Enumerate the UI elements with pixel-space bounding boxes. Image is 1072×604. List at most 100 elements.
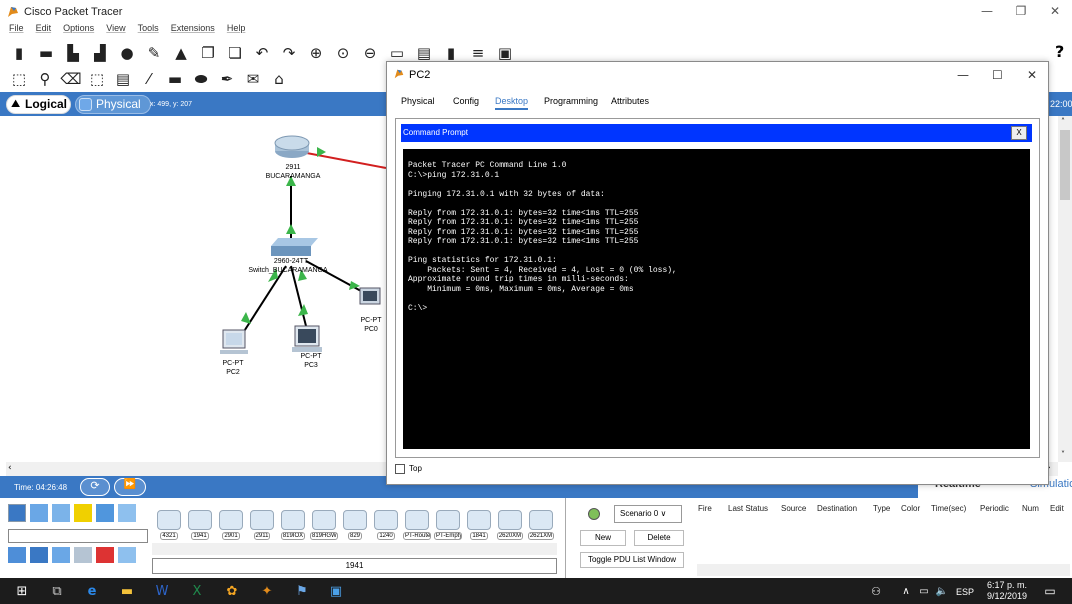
wireless-icon[interactable] [74, 547, 92, 563]
scroll-down-icon[interactable]: ˅ [1061, 450, 1065, 459]
misc-icon[interactable] [96, 504, 114, 522]
device-model-item[interactable]: 2621XM [527, 500, 555, 540]
device-model-item[interactable]: PT-Router [403, 500, 431, 540]
pc2-close-button[interactable]: ✕ [1027, 68, 1037, 82]
clock[interactable]: 6:17 p. m. 9/12/2019 [982, 580, 1032, 602]
ellipse-icon[interactable]: ⬬ [192, 70, 210, 88]
menu-edit[interactable]: Edit [36, 23, 52, 33]
device-model-item[interactable]: 1941 [186, 500, 214, 540]
copy-icon[interactable]: ❐ [199, 44, 217, 62]
file-explorer-icon[interactable]: ▬ [117, 581, 137, 601]
hubs-icon[interactable] [52, 547, 70, 563]
menu-options[interactable]: Options [63, 23, 94, 33]
freeform-icon[interactable]: ✒ [218, 70, 236, 88]
device-model-item[interactable]: 2901 [217, 500, 245, 540]
routers-icon[interactable] [8, 547, 26, 563]
task-view-icon[interactable]: ⧉ [47, 581, 67, 601]
power-cycle-button[interactable]: ⟳ [80, 478, 110, 496]
fast-forward-button[interactable]: ⏩ [114, 478, 146, 496]
close-button[interactable]: ✕ [1040, 4, 1070, 22]
windows-start-icon[interactable]: ⊞ [12, 581, 32, 601]
command-prompt-close-button[interactable]: X [1011, 126, 1027, 140]
tab-programming[interactable]: Programming [544, 96, 598, 106]
connections-icon[interactable] [74, 504, 92, 522]
help-icon[interactable]: ? [1055, 42, 1064, 61]
pc-icon[interactable] [220, 329, 248, 354]
device-model-item[interactable]: 819HGW [310, 500, 338, 540]
toggle-pdu-list-button[interactable]: Toggle PDU List Window [580, 552, 684, 568]
info-icon[interactable]: ● [118, 44, 136, 62]
zoom-reset-icon[interactable]: ⊙ [334, 44, 352, 62]
device-model-item[interactable]: 2911 [248, 500, 276, 540]
tab-config[interactable]: Config [453, 96, 479, 106]
maximize-button[interactable]: ❐ [1006, 4, 1036, 22]
open-folder-icon[interactable]: ▬ [37, 44, 55, 62]
tab-physical[interactable]: Physical [401, 96, 435, 106]
tray-chevron-icon[interactable]: ∧ [896, 581, 916, 601]
components-icon[interactable] [52, 504, 70, 522]
delete-scenario-button[interactable]: Delete [634, 530, 684, 546]
search-icon[interactable]: ⚲ [36, 70, 54, 88]
device-model-item[interactable]: 819IOX [279, 500, 307, 540]
cluster-icon[interactable]: ▮ [442, 44, 460, 62]
command-prompt-output[interactable]: Packet Tracer PC Command Line 1.0 C:\>pi… [403, 149, 1030, 449]
paint-icon[interactable]: ✿ [222, 581, 242, 601]
network-share-icon[interactable]: ⚑ [292, 581, 312, 601]
notifications-icon[interactable]: ▭ [1040, 581, 1060, 601]
top-checkbox[interactable] [395, 464, 405, 474]
security-icon[interactable] [96, 547, 114, 563]
pc2-titlebar[interactable] [387, 62, 1048, 88]
new-file-icon[interactable]: ▮ [10, 44, 28, 62]
language-indicator[interactable]: ESP [956, 587, 974, 597]
network-devices-icon[interactable] [8, 504, 26, 522]
save-icon[interactable]: ▙ [64, 44, 82, 62]
model-scrollbar[interactable] [152, 543, 557, 555]
scenario-select[interactable]: Scenario 0 ∨ [614, 505, 682, 523]
print-icon[interactable]: ▟ [91, 44, 109, 62]
pc-icon[interactable] [359, 287, 381, 305]
network-info-icon[interactable]: ▲ [172, 44, 190, 62]
custom-device-icon[interactable]: ▤ [415, 44, 433, 62]
redo-icon[interactable]: ↷ [280, 44, 298, 62]
device-model-item[interactable]: 1841 [465, 500, 493, 540]
volume-icon[interactable]: 🔈 [932, 581, 952, 601]
select-icon[interactable]: ⬚ [10, 70, 28, 88]
scroll-up-icon[interactable]: ˄ [1061, 117, 1065, 126]
menu-view[interactable]: View [106, 23, 125, 33]
pc-icon[interactable] [292, 325, 322, 352]
edge-icon[interactable]: e [82, 581, 102, 601]
word-icon[interactable]: W [152, 581, 172, 601]
simple-pdu-icon[interactable]: ✉ [244, 70, 262, 88]
vertical-scroll-thumb[interactable] [1060, 130, 1070, 200]
delete-icon[interactable]: ⌫ [60, 70, 81, 88]
device-model-item[interactable]: 829 [341, 500, 369, 540]
line-icon[interactable]: ⁄ [140, 70, 158, 88]
router-icon[interactable] [274, 135, 310, 158]
menu-file[interactable]: File [9, 23, 24, 33]
device-model-item[interactable]: PT-Empty [434, 500, 462, 540]
switch-icon[interactable] [271, 238, 318, 256]
pc2-minimize-button[interactable]: — [957, 68, 969, 82]
rectangle-icon[interactable]: ▬ [166, 70, 184, 88]
device-model-item[interactable]: 2620XM [496, 500, 524, 540]
device-model-item[interactable]: 1240 [372, 500, 400, 540]
tab-desktop[interactable]: Desktop [495, 96, 529, 110]
tab-attributes[interactable]: Attributes [611, 96, 649, 106]
people-icon[interactable]: ⚇ [866, 581, 886, 601]
event-list-scrollbar[interactable] [697, 564, 1070, 576]
wan-emu-icon[interactable] [118, 547, 136, 563]
zoom-out-icon[interactable]: ⊖ [361, 44, 379, 62]
menu-tools[interactable]: Tools [138, 23, 159, 33]
battery-icon[interactable]: ▭ [914, 581, 934, 601]
note-icon[interactable]: ▤ [114, 70, 132, 88]
device-model-item[interactable]: 4321 [155, 500, 183, 540]
switches-icon[interactable] [30, 547, 48, 563]
scroll-left-icon[interactable]: ‹ [8, 463, 12, 473]
zoom-in-icon[interactable]: ⊕ [307, 44, 325, 62]
minimize-button[interactable]: — [972, 4, 1002, 22]
menu-extensions[interactable]: Extensions [171, 23, 215, 33]
pc2-maximize-button[interactable]: ☐ [992, 68, 1003, 82]
complex-pdu-icon[interactable]: ⌂ [270, 70, 288, 88]
paste-icon[interactable]: ❏ [226, 44, 244, 62]
image-icon[interactable]: ▣ [496, 44, 514, 62]
